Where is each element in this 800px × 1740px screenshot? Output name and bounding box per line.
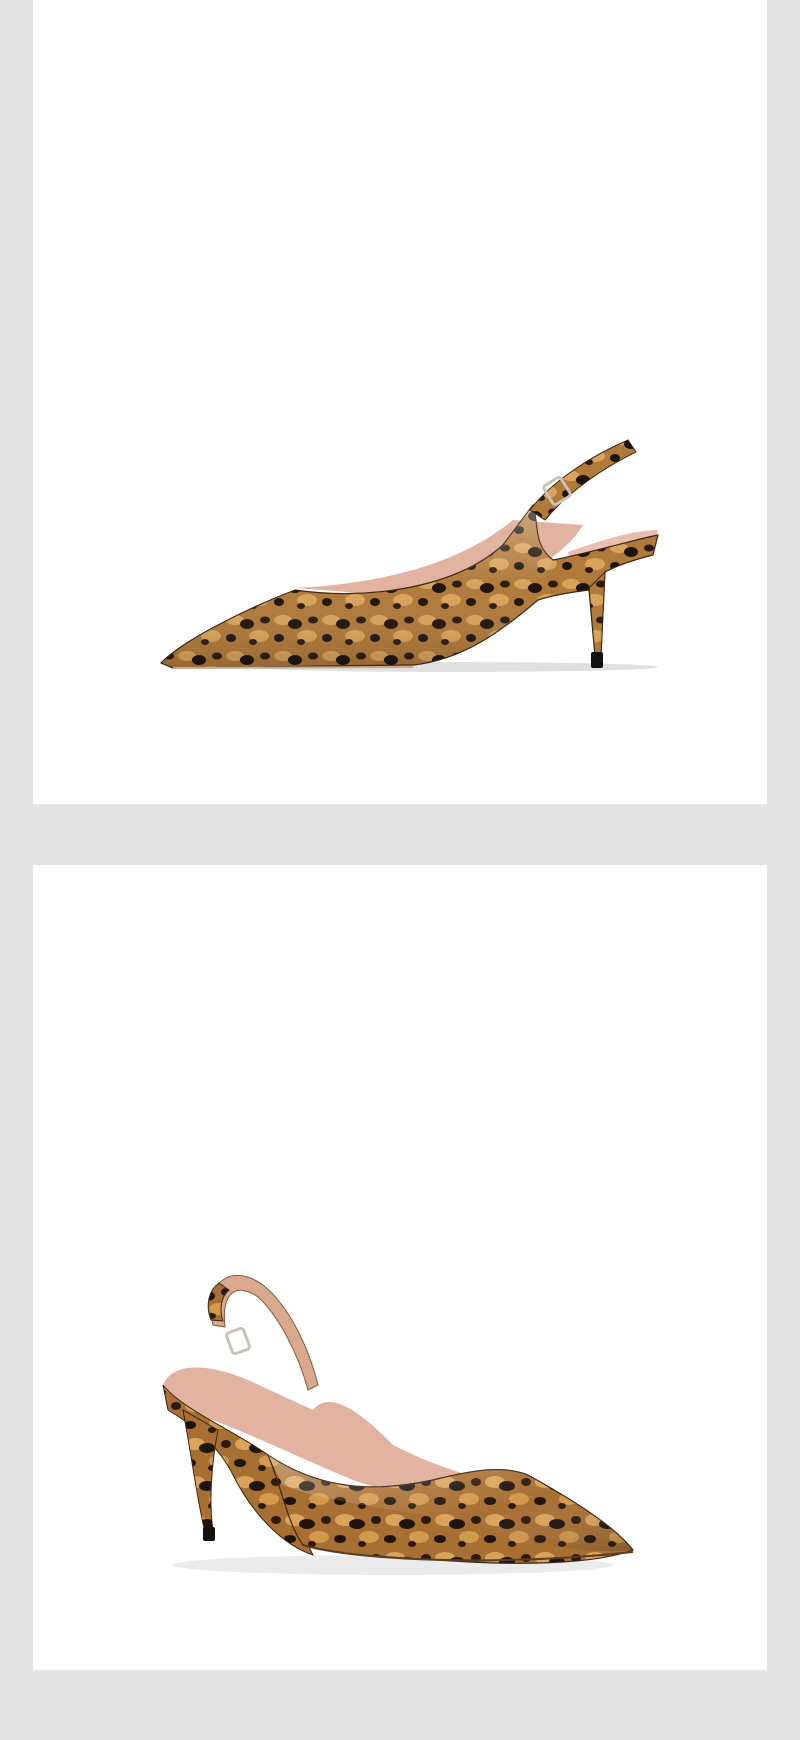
- product-image-side: [33, 0, 767, 804]
- heel-tip: [591, 652, 603, 668]
- heel-tip: [203, 1527, 215, 1541]
- shoe-three-quarter-illustration: [162, 1274, 634, 1575]
- product-image-three-quarter: [33, 865, 767, 1670]
- heel: [182, 1409, 219, 1533]
- shoe-side-illustration: [159, 439, 659, 672]
- sole-edge: [172, 666, 414, 669]
- slingback-strap: [529, 439, 637, 521]
- buckle-icon: [225, 1326, 251, 1356]
